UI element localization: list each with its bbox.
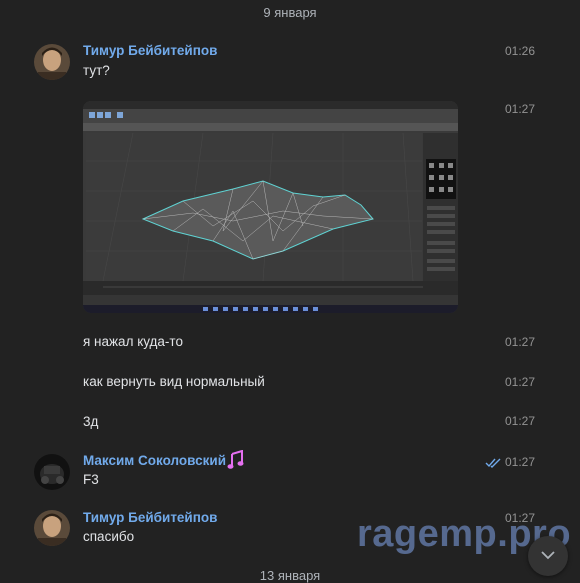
message-text: 3д (83, 414, 99, 429)
message-text: спасибо (83, 529, 135, 544)
message-text: F3 (83, 472, 99, 487)
avatar[interactable] (34, 454, 70, 490)
author-name[interactable]: Тимур Бейбитейпов (83, 43, 217, 58)
avatar[interactable] (34, 44, 70, 80)
date-separator: 13 января (259, 568, 321, 583)
message-text: как вернуть вид нормальный (83, 374, 265, 389)
avatar[interactable] (34, 510, 70, 546)
read-status-icon (485, 456, 503, 474)
music-note-icon (227, 449, 245, 475)
message-time: 01:26 (505, 44, 536, 58)
message-time: 01:27 (505, 375, 536, 389)
chevron-down-icon (541, 547, 555, 565)
author-name[interactable]: Тимур Бейбитейпов (83, 510, 217, 525)
message-time: 01:27 (505, 335, 536, 349)
message-text: тут? (83, 63, 110, 78)
message-time: 01:27 (505, 414, 536, 428)
date-separator: 9 января (263, 5, 317, 20)
message-time: 01:27 (505, 102, 536, 116)
photo-attachment[interactable] (83, 101, 458, 313)
message-text: я нажал куда-то (83, 334, 183, 349)
message-time: 01:27 (505, 455, 536, 469)
author-name[interactable]: Максим Соколовский (83, 453, 226, 468)
